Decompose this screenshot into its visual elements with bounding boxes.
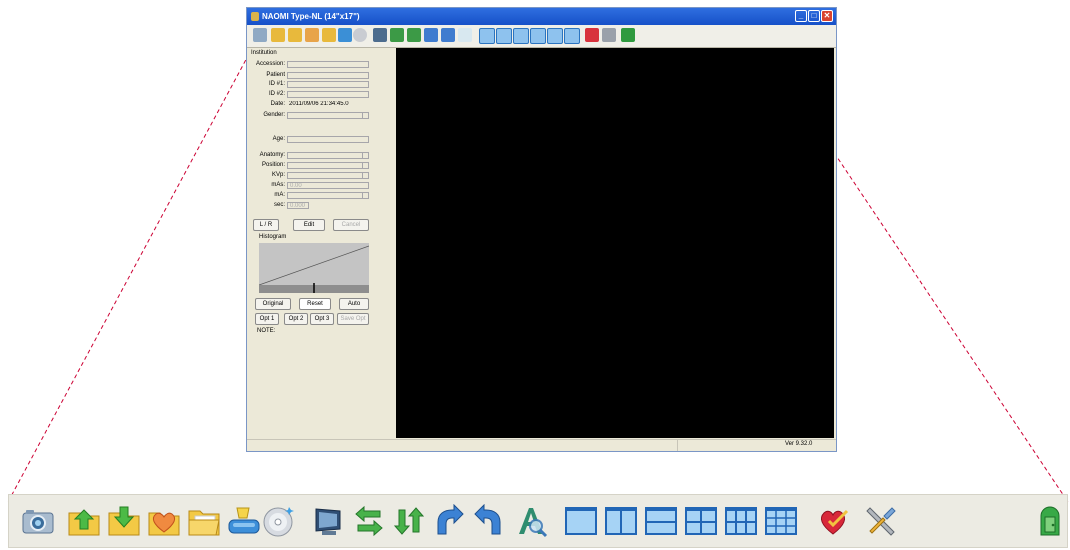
layout-2x2-icon[interactable] (530, 28, 546, 44)
ma-label: mA: (274, 192, 285, 198)
layout-3x3-icon[interactable] (764, 504, 798, 538)
anatomy-label: Anatomy: (259, 152, 285, 158)
swap-arrows-icon[interactable] (352, 504, 386, 538)
app-icon (251, 12, 259, 21)
window-title: NAOMI Type-NL (14"x17") (262, 12, 360, 21)
age-field[interactable] (287, 136, 369, 143)
camera-icon[interactable] (21, 504, 55, 538)
folder-heart-icon[interactable] (305, 28, 319, 42)
id2-field[interactable] (287, 91, 369, 98)
opt3-button[interactable]: Opt 3 (310, 313, 334, 325)
app-window: NAOMI Type-NL (14"x17") _ □ ✕ Institutio… (246, 7, 837, 452)
folder-open-icon[interactable] (187, 504, 221, 538)
date-label: Date: (270, 101, 285, 107)
edit-button[interactable]: Edit (293, 219, 325, 231)
eject-drive-icon[interactable] (227, 504, 261, 538)
monitor-icon[interactable] (312, 504, 346, 538)
accession-field[interactable] (287, 61, 369, 68)
eject-drive-icon[interactable] (338, 28, 352, 42)
folder-up-icon[interactable] (271, 28, 285, 42)
patient-label: Patient (266, 72, 285, 78)
id2-label: ID #2: (268, 91, 285, 97)
kvp-label: KVp: (271, 172, 285, 178)
layout-1x1-icon[interactable] (479, 28, 495, 44)
date-field[interactable]: 2011/09/06 21:34:45.0 (287, 101, 369, 108)
mas-stepper[interactable]: 0.00 (287, 182, 369, 189)
patient-field[interactable] (287, 72, 369, 79)
tools-icon[interactable] (864, 504, 898, 538)
rotate-right-icon[interactable] (432, 504, 466, 538)
status-bar: Ver 9.32.0 (247, 439, 836, 452)
title-bar: NAOMI Type-NL (14"x17") _ □ ✕ (247, 8, 836, 25)
sec-label: sec: (273, 202, 285, 208)
text-annotation-icon[interactable] (458, 28, 472, 42)
original-button[interactable]: Original (255, 298, 291, 310)
mas-label: mAs: (271, 182, 285, 188)
monitor-icon[interactable] (373, 28, 387, 42)
layout-2x3-icon[interactable] (724, 504, 758, 538)
folder-heart-icon[interactable] (147, 504, 181, 538)
toolbar-zoom (8, 494, 1068, 548)
disc-icon[interactable] (353, 28, 367, 42)
layout-1x1-icon[interactable] (564, 504, 598, 538)
layout-3x3-icon[interactable] (564, 28, 580, 44)
folder-down-icon[interactable] (107, 504, 141, 538)
rotate-left-icon[interactable] (472, 504, 506, 538)
layout-2x2-icon[interactable] (684, 504, 718, 538)
histogram-label: Histogram (259, 234, 287, 240)
layout-2x1-icon[interactable] (644, 504, 678, 538)
zoom-line-left (7, 53, 250, 503)
maximize-button[interactable]: □ (808, 10, 820, 22)
kvp-stepper[interactable] (287, 172, 369, 179)
gender-select[interactable] (287, 112, 369, 119)
version-label: Ver 9.32.0 (785, 441, 813, 447)
cancel-button[interactable]: Cancel (333, 219, 369, 231)
camera-icon[interactable] (253, 28, 267, 42)
toolbar (247, 25, 836, 48)
layout-2x3-icon[interactable] (547, 28, 563, 44)
exit-icon[interactable] (621, 28, 635, 42)
position-select[interactable] (287, 162, 369, 169)
auto-button[interactable]: Auto (339, 298, 369, 310)
id1-field[interactable] (287, 81, 369, 88)
layout-2x1-icon[interactable] (513, 28, 529, 44)
sec-field[interactable]: 0.000 (287, 202, 309, 209)
flip-vertical-icon[interactable] (392, 504, 426, 538)
anatomy-select[interactable] (287, 152, 369, 159)
heart-check-icon[interactable] (585, 28, 599, 42)
folder-open-icon[interactable] (322, 28, 336, 42)
layout-1x2-icon[interactable] (496, 28, 512, 44)
heart-check-icon[interactable] (817, 504, 851, 538)
rotate-right-icon[interactable] (424, 28, 438, 42)
folder-down-icon[interactable] (288, 28, 302, 42)
save-opt-button[interactable]: Save Opt (337, 313, 369, 325)
minimize-button[interactable]: _ (795, 10, 807, 22)
tools-icon[interactable] (602, 28, 616, 42)
gender-label: Gender: (263, 112, 285, 118)
rotate-left-icon[interactable] (441, 28, 455, 42)
image-viewport[interactable] (396, 48, 834, 438)
flip-vertical-icon[interactable] (407, 28, 421, 42)
patient-panel: Institution Accession: Patient ID #1: ID… (247, 48, 394, 438)
layout-1x2-icon[interactable] (604, 504, 638, 538)
note-label: NOTE: (257, 328, 276, 334)
text-annotation-icon[interactable] (515, 504, 549, 538)
accession-label: Accession: (255, 61, 285, 67)
disc-icon[interactable] (262, 504, 296, 538)
close-button[interactable]: ✕ (821, 10, 833, 22)
age-label: Age: (272, 136, 285, 142)
swap-arrows-icon[interactable] (390, 28, 404, 42)
reset-button[interactable]: Reset (299, 298, 331, 310)
institution-label: Institution (251, 50, 277, 56)
id1-label: ID #1: (268, 81, 285, 87)
opt1-button[interactable]: Opt 1 (255, 313, 279, 325)
opt2-button[interactable]: Opt 2 (284, 313, 308, 325)
ma-stepper[interactable] (287, 192, 369, 199)
lr-button[interactable]: L / R (253, 219, 279, 231)
position-label: Position: (261, 162, 285, 168)
exit-icon[interactable] (1033, 504, 1067, 538)
folder-up-icon[interactable] (67, 504, 101, 538)
histogram-chart (259, 243, 369, 293)
